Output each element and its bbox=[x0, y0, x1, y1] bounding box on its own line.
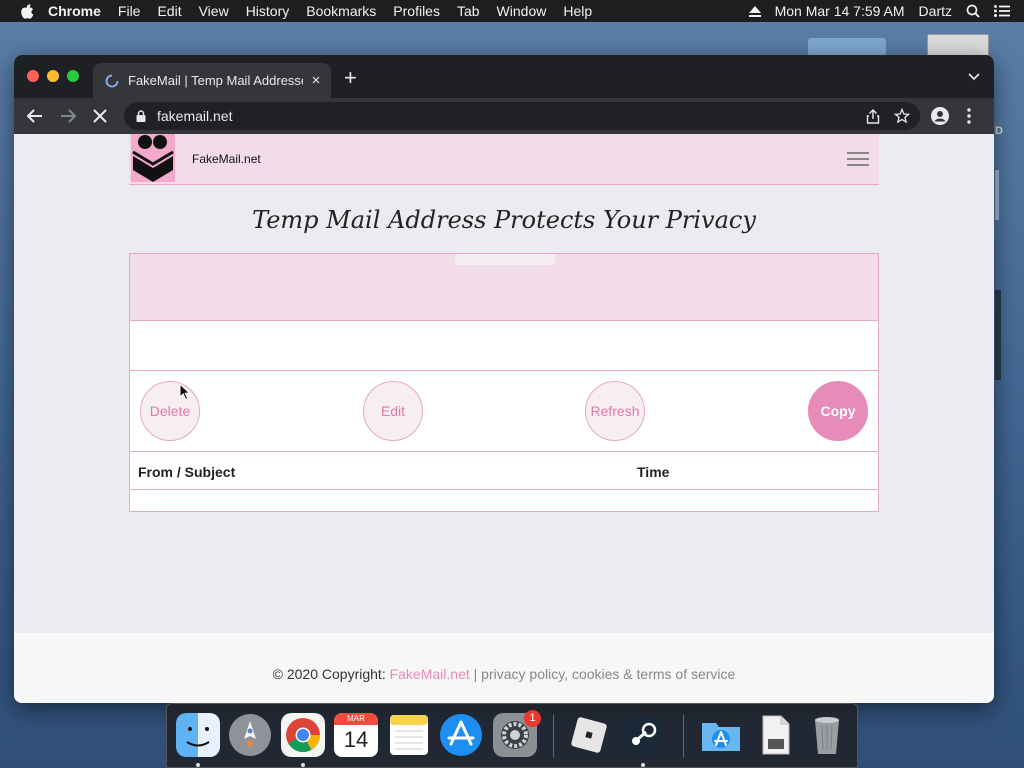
new-tab-button[interactable]: + bbox=[344, 67, 357, 89]
tab-title: FakeMail | Temp Mail Addresses bbox=[128, 73, 303, 88]
forward-arrow-icon[interactable] bbox=[59, 107, 77, 125]
inbox-table-header: From / Subject Time bbox=[130, 452, 878, 490]
launchpad-icon[interactable] bbox=[228, 713, 272, 757]
loading-spinner-icon bbox=[105, 74, 119, 87]
delete-button[interactable]: Delete bbox=[140, 381, 200, 441]
notes-icon[interactable] bbox=[387, 713, 431, 757]
actions-row: Delete Edit Refresh Copy bbox=[130, 371, 878, 452]
site-name[interactable]: FakeMail.net bbox=[192, 152, 261, 166]
dock-separator bbox=[683, 714, 684, 758]
applications-folder-icon[interactable] bbox=[699, 713, 743, 757]
refresh-button[interactable]: Refresh bbox=[585, 381, 645, 441]
email-address-bar bbox=[130, 254, 878, 321]
menu-bookmarks[interactable]: Bookmarks bbox=[306, 3, 376, 19]
calendar-day: 14 bbox=[343, 727, 369, 752]
footer-separator: | bbox=[469, 666, 482, 682]
menu-user[interactable]: Dartz bbox=[919, 3, 952, 19]
calendar-icon[interactable]: MAR 14 bbox=[334, 713, 378, 757]
column-header-from-subject: From / Subject bbox=[138, 464, 236, 480]
documents-icon[interactable] bbox=[753, 713, 797, 757]
menu-profiles[interactable]: Profiles bbox=[393, 3, 440, 19]
profile-avatar-icon[interactable] bbox=[931, 107, 949, 125]
tab-strip: FakeMail | Temp Mail Addresses × + bbox=[14, 55, 994, 98]
running-indicator bbox=[301, 763, 305, 767]
menu-tab[interactable]: Tab bbox=[457, 3, 480, 19]
browser-tab-active[interactable]: FakeMail | Temp Mail Addresses × bbox=[93, 63, 331, 98]
share-icon[interactable] bbox=[866, 109, 880, 124]
copy-button[interactable]: Copy bbox=[808, 381, 868, 441]
chrome-icon[interactable] bbox=[281, 713, 325, 757]
bookmark-star-icon[interactable] bbox=[894, 108, 910, 124]
notification-badge: 1 bbox=[524, 710, 541, 727]
dock: MAR 14 1 bbox=[166, 703, 858, 768]
minimize-window-button[interactable] bbox=[47, 70, 59, 82]
menu-view[interactable]: View bbox=[199, 3, 229, 19]
site-footer: © 2020 Copyright: FakeMail.net | privacy… bbox=[14, 633, 994, 703]
menu-help[interactable]: Help bbox=[563, 3, 592, 19]
eject-icon[interactable] bbox=[748, 5, 761, 17]
fakemail-logo[interactable] bbox=[129, 134, 177, 184]
desktop-partial-label: D bbox=[995, 125, 1003, 137]
mouse-cursor-icon bbox=[179, 383, 191, 401]
fullscreen-window-button[interactable] bbox=[67, 70, 79, 82]
email-address-field[interactable] bbox=[130, 321, 878, 371]
chrome-window: FakeMail | Temp Mail Addresses × + fakem… bbox=[14, 55, 994, 703]
web-page: FakeMail.net Temp Mail Address Protects … bbox=[14, 134, 994, 703]
dock-separator bbox=[553, 714, 554, 758]
hamburger-menu-icon[interactable] bbox=[847, 152, 869, 166]
more-options-icon[interactable] bbox=[967, 108, 971, 124]
finder-icon[interactable] bbox=[176, 713, 220, 757]
apple-menu-icon[interactable] bbox=[20, 3, 34, 19]
footer-text: © 2020 Copyright: FakeMail.net | privacy… bbox=[14, 666, 994, 682]
menu-edit[interactable]: Edit bbox=[157, 3, 181, 19]
menu-window[interactable]: Window bbox=[497, 3, 547, 19]
menu-clock[interactable]: Mon Mar 14 7:59 AM bbox=[775, 3, 905, 19]
url-text[interactable]: fakemail.net bbox=[157, 108, 232, 124]
roblox-icon[interactable] bbox=[567, 713, 611, 757]
address-bar[interactable]: fakemail.net bbox=[124, 102, 920, 130]
menu-history[interactable]: History bbox=[246, 3, 290, 19]
footer-policy-link[interactable]: privacy policy, cookies & terms of servi… bbox=[481, 666, 735, 682]
app-store-icon[interactable] bbox=[439, 713, 483, 757]
running-indicator bbox=[641, 763, 645, 767]
desktop-item bbox=[995, 290, 1001, 380]
browser-toolbar: fakemail.net bbox=[14, 98, 994, 134]
footer-copyright: © 2020 Copyright: bbox=[272, 666, 390, 682]
email-tab bbox=[455, 254, 555, 265]
tab-close-icon[interactable]: × bbox=[309, 72, 323, 89]
menu-app-name[interactable]: Chrome bbox=[48, 3, 101, 19]
site-header: FakeMail.net bbox=[129, 134, 879, 185]
back-arrow-icon[interactable] bbox=[26, 107, 44, 125]
footer-brand-link[interactable]: FakeMail.net bbox=[390, 666, 470, 682]
menu-file[interactable]: File bbox=[118, 3, 141, 19]
control-center-icon[interactable] bbox=[994, 5, 1010, 17]
page-title: Temp Mail Address Protects Your Privacy bbox=[252, 206, 756, 234]
spotlight-search-icon[interactable] bbox=[966, 4, 980, 18]
steam-icon[interactable] bbox=[621, 713, 665, 757]
mailbox-panel: Delete Edit Refresh Copy From / Subject … bbox=[129, 253, 879, 512]
calendar-month: MAR bbox=[334, 713, 378, 725]
close-window-button[interactable] bbox=[27, 70, 39, 82]
stop-loading-icon[interactable] bbox=[91, 107, 109, 125]
menu-bar: Chrome File Edit View History Bookmarks … bbox=[0, 0, 1024, 22]
desktop-item bbox=[995, 170, 999, 220]
trash-icon[interactable] bbox=[805, 713, 849, 757]
lock-icon[interactable] bbox=[136, 110, 146, 122]
running-indicator bbox=[196, 763, 200, 767]
edit-button[interactable]: Edit bbox=[363, 381, 423, 441]
column-header-time: Time bbox=[637, 464, 670, 480]
desktop-item bbox=[808, 38, 886, 56]
tab-search-chevron-icon[interactable] bbox=[968, 71, 980, 81]
